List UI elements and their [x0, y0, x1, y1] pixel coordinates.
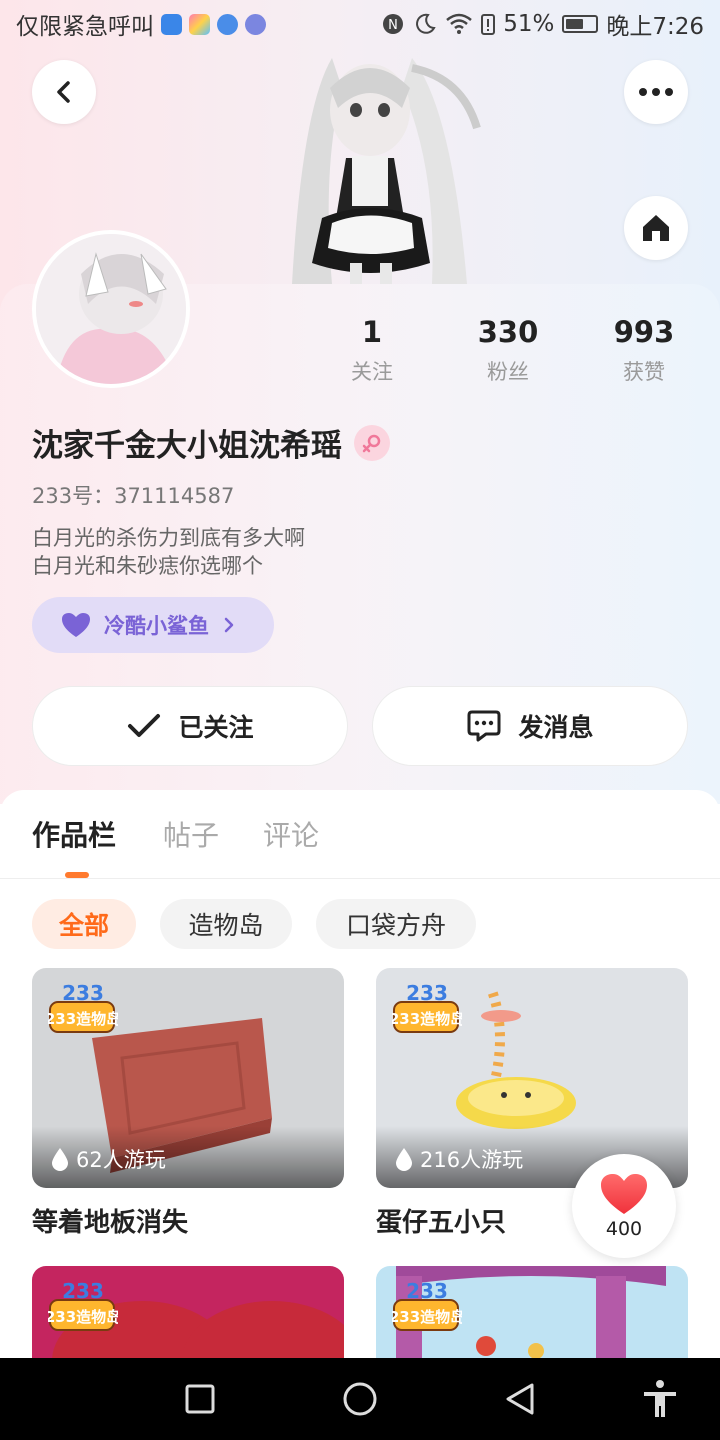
- svg-text:233造物岛: 233造物岛: [392, 1010, 462, 1028]
- bio-line-1: 白月光的杀伤力到底有多大啊: [32, 526, 305, 550]
- play-count: 62人游玩: [50, 1144, 166, 1174]
- svg-text:N: N: [388, 18, 398, 33]
- heart-icon: [62, 613, 90, 637]
- work-card[interactable]: 233 233造物岛: [32, 1266, 344, 1358]
- svg-text:233: 233: [62, 1280, 104, 1303]
- home-circle-icon: [343, 1382, 377, 1416]
- clock: 晚上7:26: [606, 14, 704, 40]
- battery-icon: [562, 15, 599, 33]
- svg-text:233造物岛: 233造物岛: [392, 1308, 462, 1326]
- home-icon: [643, 215, 669, 241]
- creation-island-badge: 233 233造物岛: [48, 982, 118, 1033]
- following-count: 1: [361, 315, 383, 349]
- svg-text:233: 233: [406, 982, 448, 1005]
- nfc-icon: N: [383, 14, 404, 34]
- bio: 白月光的杀伤力到底有多大啊 白月光和朱砂痣你选哪个: [32, 524, 305, 580]
- work-thumbnail: 233 233造物岛: [32, 1266, 344, 1358]
- following-stat[interactable]: 1 关注: [312, 312, 432, 386]
- filter-creation-island[interactable]: 造物岛: [160, 899, 292, 949]
- shield-app-icon: [161, 13, 182, 35]
- creation-island-badge: 233 233造物岛: [48, 1280, 118, 1331]
- filter-all[interactable]: 全部: [32, 899, 136, 949]
- emergency-call-text: 仅限紧急呼叫: [16, 14, 154, 40]
- work-card[interactable]: 233 233造物岛: [376, 1266, 688, 1358]
- creation-island-badge: 233 233造物岛: [392, 982, 462, 1033]
- work-thumbnail: 233 233造物岛 62人游玩: [32, 968, 344, 1188]
- fan-tag-label: 冷酷小鲨鱼: [104, 614, 209, 638]
- wifi-icon: [446, 13, 473, 34]
- send-message-label: 发消息: [518, 713, 594, 742]
- like-count: 400: [605, 1218, 643, 1240]
- chevron-right-icon: [224, 617, 234, 633]
- back-button[interactable]: [32, 60, 96, 124]
- recents-button[interactable]: [177, 1376, 223, 1422]
- user-id: 233号：371114587: [32, 484, 235, 508]
- play-count-text: 62人游玩: [76, 1148, 166, 1172]
- followers-stat[interactable]: 330 粉丝: [448, 312, 568, 386]
- svg-text:233: 233: [406, 1280, 448, 1303]
- back-nav-button[interactable]: [497, 1376, 543, 1422]
- more-dots-icon: [639, 88, 673, 96]
- moon-icon: [416, 13, 436, 34]
- work-card[interactable]: 233 233造物岛 62人游玩 等着地板消失: [32, 968, 344, 1239]
- avatar[interactable]: [32, 230, 190, 388]
- likes-label: 获赞: [623, 360, 665, 384]
- likes-stat[interactable]: 993 获赞: [584, 312, 704, 386]
- filter-pocket-ark[interactable]: 口袋方舟: [316, 899, 476, 949]
- female-icon: [354, 424, 390, 461]
- svg-text:233造物岛: 233造物岛: [48, 1010, 118, 1028]
- following-button-label: 已关注: [178, 713, 254, 742]
- profile-banner-character-image: [292, 58, 481, 284]
- play-count: 216人游玩: [394, 1144, 523, 1174]
- followers-count: 330: [477, 315, 539, 349]
- likes-count: 993: [613, 315, 675, 349]
- accessibility-button[interactable]: [637, 1376, 683, 1422]
- tab-comments[interactable]: 评论: [263, 814, 319, 854]
- send-message-button[interactable]: 发消息: [372, 686, 688, 766]
- work-thumbnail: 233 233造物岛: [376, 1266, 688, 1358]
- battery-alert-icon: [481, 14, 496, 35]
- creation-island-badge: 233 233造物岛: [392, 1280, 462, 1331]
- bio-line-2: 白月光和朱砂痣你选哪个: [32, 554, 263, 578]
- message-icon: [467, 710, 501, 742]
- chevron-left-icon: [57, 81, 70, 103]
- work-thumbnail: 233 233造物岛 216人游玩: [376, 968, 688, 1188]
- nickname: 沈家千金大小姐沈希瑶: [32, 428, 342, 464]
- drop-icon: [396, 1148, 412, 1171]
- music-app-icon: [245, 13, 266, 35]
- fan-group-tag[interactable]: 冷酷小鲨鱼: [32, 597, 274, 653]
- following-label: 关注: [351, 360, 393, 384]
- play-count-text: 216人游玩: [420, 1148, 524, 1172]
- store-app-icon: [189, 13, 210, 35]
- nickname-row: 沈家千金大小姐沈希瑶: [32, 420, 390, 465]
- like-button[interactable]: 400: [572, 1154, 676, 1258]
- avatar-image: [36, 234, 186, 384]
- svg-text:233: 233: [62, 982, 104, 1005]
- more-options-button[interactable]: [624, 60, 688, 124]
- back-triangle-icon: [506, 1383, 534, 1415]
- tab-posts[interactable]: 帖子: [163, 814, 219, 854]
- tab-divider: [0, 878, 720, 879]
- battery-percent: 51%: [503, 11, 555, 37]
- drop-icon: [52, 1148, 68, 1171]
- svg-text:233造物岛: 233造物岛: [48, 1308, 118, 1326]
- followers-label: 粉丝: [487, 360, 529, 384]
- heart-icon: [601, 1174, 647, 1214]
- status-bar: 仅限紧急呼叫 N 51% 晚上7:26: [0, 0, 720, 48]
- home-button[interactable]: [624, 196, 688, 260]
- following-button[interactable]: 已关注: [32, 686, 348, 766]
- tab-works[interactable]: 作品栏: [32, 814, 116, 854]
- check-icon: [128, 714, 161, 737]
- system-navigation-bar: [0, 1358, 720, 1440]
- browser-app-icon: [217, 13, 238, 35]
- work-title: 等着地板消失: [32, 1208, 189, 1238]
- accessibility-icon: [644, 1380, 676, 1417]
- recents-square-icon: [185, 1384, 215, 1414]
- home-nav-button[interactable]: [337, 1376, 383, 1422]
